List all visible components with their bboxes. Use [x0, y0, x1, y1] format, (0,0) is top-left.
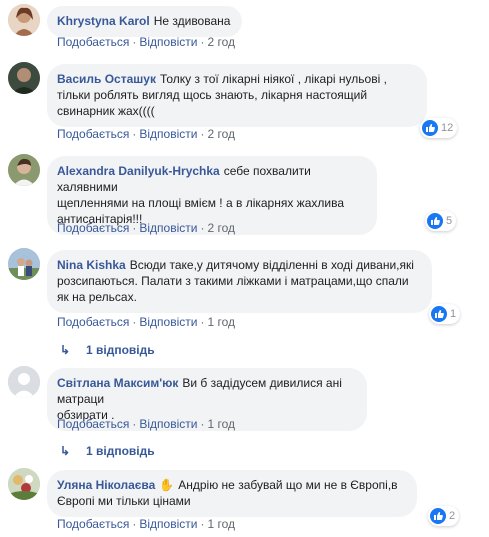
- default-avatar-icon: [8, 366, 40, 398]
- reaction-count[interactable]: 12: [420, 118, 458, 138]
- avatar[interactable]: [8, 154, 40, 186]
- comment-author[interactable]: Василь Осташук: [57, 72, 156, 86]
- avatar-photo: [8, 4, 40, 36]
- separator: ·: [132, 417, 137, 431]
- comment-actions: Подобається · Відповісти · 2 год: [57, 126, 235, 142]
- comment-author[interactable]: Уляна Ніколаєва: [57, 478, 155, 492]
- separator: ·: [132, 517, 137, 531]
- avatar-photo: [8, 154, 40, 186]
- reply-button[interactable]: Відповісти: [139, 417, 197, 431]
- reply-button[interactable]: Відповісти: [139, 127, 197, 141]
- avatar-photo: [8, 468, 40, 500]
- comment-bubble: Khrystyna Karol Не здивована: [47, 6, 243, 37]
- comment-author[interactable]: Nina Kishka: [57, 258, 126, 272]
- timestamp[interactable]: 1 год: [207, 315, 235, 329]
- avatar[interactable]: [8, 62, 40, 94]
- separator: ·: [200, 35, 205, 49]
- reply-button[interactable]: Відповісти: [139, 517, 197, 531]
- view-replies-link[interactable]: ↳ 1 відповідь: [60, 443, 155, 459]
- like-button[interactable]: Подобається: [57, 315, 129, 329]
- comment-actions: Подобається · Відповісти · 2 год: [57, 34, 235, 50]
- separator: ·: [132, 221, 137, 235]
- reaction-count[interactable]: 2: [428, 506, 460, 526]
- like-icon: [427, 213, 443, 229]
- comment-actions: Подобається · Відповісти · 1 год: [57, 314, 235, 330]
- reply-arrow-icon: ↳: [60, 444, 71, 458]
- comment-bubble: Василь Осташук Толку з тої лікарні ніякої…: [47, 64, 427, 127]
- separator: ·: [200, 417, 205, 431]
- avatar[interactable]: [8, 468, 40, 500]
- timestamp[interactable]: 2 год: [207, 35, 235, 49]
- reaction-number: 5: [446, 215, 453, 227]
- separator: ·: [200, 517, 205, 531]
- comment-actions: Подобається · Відповісти · 1 год: [57, 516, 235, 532]
- timestamp[interactable]: 2 год: [207, 221, 235, 235]
- comment-bubble: Nina Kishka Всюди таке,у дитячому відділе…: [47, 250, 432, 313]
- comment-author[interactable]: Світлана Максим'юк: [57, 376, 178, 390]
- avatar-photo: [8, 62, 40, 94]
- reply-button[interactable]: Відповісти: [139, 35, 197, 49]
- separator: ·: [132, 315, 137, 329]
- separator: ·: [132, 127, 137, 141]
- reaction-count[interactable]: 5: [425, 211, 457, 231]
- timestamp[interactable]: 2 год: [207, 127, 235, 141]
- like-icon: [430, 508, 446, 524]
- like-button[interactable]: Подобається: [57, 417, 129, 431]
- separator: ·: [200, 221, 205, 235]
- timestamp[interactable]: 1 год: [207, 417, 235, 431]
- avatar-photo: [8, 248, 40, 280]
- like-button[interactable]: Подобається: [57, 127, 129, 141]
- reply-arrow-icon: ↳: [60, 343, 71, 357]
- like-button[interactable]: Подобається: [57, 35, 129, 49]
- like-icon: [431, 306, 447, 322]
- comment-author[interactable]: Alexandra Danilyuk-Hrychka: [57, 164, 220, 178]
- replies-count: 1 відповідь: [86, 444, 155, 458]
- like-icon: [422, 120, 438, 136]
- comment-bubble: Уляна Ніколаєва ✋ Андрію не забувай що ми …: [47, 470, 417, 517]
- reply-button[interactable]: Відповісти: [139, 221, 197, 235]
- reply-button[interactable]: Відповісти: [139, 315, 197, 329]
- separator: ·: [200, 315, 205, 329]
- separator: ·: [132, 35, 137, 49]
- timestamp[interactable]: 1 год: [207, 517, 235, 531]
- separator: ·: [200, 127, 205, 141]
- avatar[interactable]: [8, 366, 40, 398]
- avatar[interactable]: [8, 248, 40, 280]
- replies-count: 1 відповідь: [86, 343, 155, 357]
- avatar[interactable]: [8, 4, 40, 36]
- comment-actions: Подобається · Відповісти · 2 год: [57, 220, 235, 236]
- reaction-number: 1: [450, 308, 457, 320]
- like-button[interactable]: Подобається: [57, 221, 129, 235]
- hand-wave-icon: ✋: [159, 478, 175, 492]
- comment-actions: Подобається · Відповісти · 1 год: [57, 416, 235, 432]
- reaction-number: 2: [449, 510, 456, 522]
- comment-author[interactable]: Khrystyna Karol: [57, 14, 150, 28]
- comment-text: Не здивована: [153, 14, 231, 28]
- view-replies-link[interactable]: ↳ 1 відповідь: [60, 342, 155, 358]
- reaction-number: 12: [441, 122, 454, 134]
- reaction-count[interactable]: 1: [429, 304, 461, 324]
- like-button[interactable]: Подобається: [57, 517, 129, 531]
